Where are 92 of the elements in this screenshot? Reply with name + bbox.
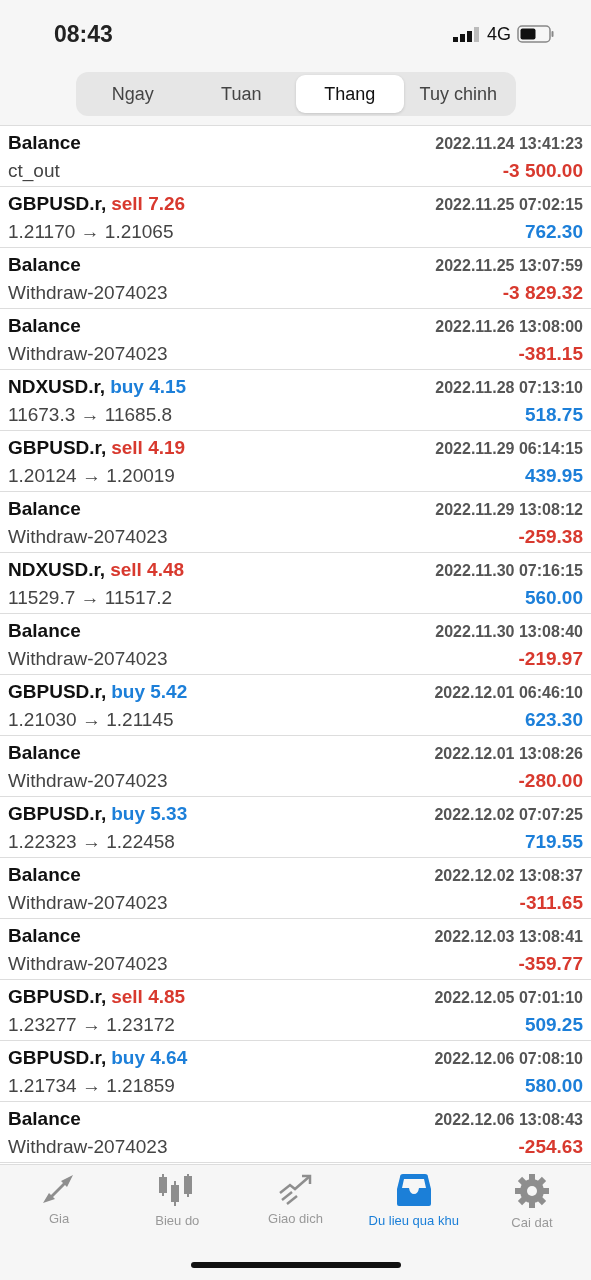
detail-label: Withdraw-2074023 — [8, 343, 168, 365]
symbol-label: GBPUSD.r, — [8, 1047, 107, 1069]
symbol-label: NDXUSD.r, — [8, 559, 106, 581]
detail-label: 1.21030 → 1.21145 — [8, 709, 174, 731]
timestamp: 2022.12.06 07:08:10 — [434, 1050, 583, 1068]
timestamp: 2022.12.06 13:08:43 — [434, 1111, 583, 1129]
tab-bar-item[interactable]: Cai dat — [472, 1173, 591, 1230]
period-tab[interactable]: Ngay — [78, 75, 187, 113]
detail-label: ct_out — [8, 160, 60, 182]
symbol-label: GBPUSD.r, — [8, 803, 107, 825]
timestamp: 2022.11.26 13:08:00 — [435, 318, 583, 336]
timestamp: 2022.11.30 13:08:40 — [435, 623, 583, 641]
order-type-label: sell 4.85 — [111, 986, 186, 1008]
amount-label: -259.38 — [518, 526, 583, 548]
detail-label: Withdraw-2074023 — [8, 1136, 168, 1158]
amount-label: 560.00 — [524, 587, 583, 609]
amount-label: -219.97 — [518, 648, 583, 670]
order-type-label: buy 4.15 — [110, 376, 187, 398]
symbol-label: Balance — [8, 864, 81, 886]
order-type-label: buy 5.42 — [111, 681, 188, 703]
order-type-label: buy 4.64 — [111, 1047, 188, 1069]
amount-label: 580.00 — [524, 1075, 583, 1097]
symbol-label: Balance — [8, 925, 81, 947]
symbol-label: Balance — [8, 132, 81, 154]
detail-label: Withdraw-2074023 — [8, 892, 168, 914]
amount-label: 439.95 — [524, 465, 583, 487]
settings-icon — [513, 1173, 550, 1209]
detail-label: Withdraw-2074023 — [8, 526, 168, 548]
amount-label: -3 829.32 — [502, 282, 583, 304]
timestamp: 2022.12.03 13:08:41 — [434, 928, 583, 946]
detail-label: Withdraw-2074023 — [8, 953, 168, 975]
timestamp: 2022.11.29 06:14:15 — [435, 440, 583, 458]
order-type-label: sell 4.48 — [110, 559, 185, 581]
tab-bar-item[interactable]: Du lieu qua khu — [354, 1173, 473, 1230]
amount-label: 762.30 — [524, 221, 583, 243]
amount-label: 509.25 — [524, 1014, 583, 1036]
symbol-label: Balance — [8, 620, 81, 642]
timestamp: 2022.11.24 13:41:23 — [435, 135, 583, 153]
signal-icon — [453, 25, 481, 43]
order-type-label: sell 7.26 — [111, 193, 186, 215]
amount-label: -359.77 — [518, 953, 583, 975]
clock: 08:43 — [54, 20, 113, 48]
timestamp: 2022.11.25 13:07:59 — [435, 257, 583, 275]
detail-label: 11673.3 → 11685.8 — [8, 404, 173, 426]
period-tab[interactable]: Tuan — [187, 75, 296, 113]
amount-label: -280.00 — [518, 770, 583, 792]
detail-label: 1.22323 → 1.22458 — [8, 831, 175, 853]
order-type-label: buy 5.33 — [111, 803, 188, 825]
amount-label: 623.30 — [524, 709, 583, 731]
detail-label: 1.21170 → 1.21065 — [8, 221, 174, 243]
tab-bar-item[interactable]: Bieu do — [118, 1173, 237, 1230]
period-tab[interactable]: Thang — [295, 75, 404, 113]
symbol-label: GBPUSD.r, — [8, 681, 107, 703]
timestamp: 2022.11.29 13:08:12 — [435, 501, 583, 519]
amount-label: -311.65 — [519, 892, 583, 914]
detail-label: 11529.7 → 11517.2 — [8, 587, 173, 609]
symbol-label: GBPUSD.r, — [8, 986, 107, 1008]
order-type-label: sell 4.19 — [111, 437, 186, 459]
amount-label: -254.63 — [518, 1136, 583, 1158]
timestamp: 2022.12.01 13:08:26 — [434, 745, 583, 763]
amount-label: 719.55 — [524, 831, 583, 853]
symbol-label: Balance — [8, 498, 81, 520]
timestamp: 2022.11.28 07:13:10 — [435, 379, 583, 397]
detail-label: Withdraw-2074023 — [8, 282, 168, 304]
amount-label: -381.15 — [518, 343, 583, 365]
detail-label: 1.21734 → 1.21859 — [8, 1075, 175, 1097]
symbol-label: Balance — [8, 315, 81, 337]
symbol-label: GBPUSD.r, — [8, 437, 107, 459]
trend-icon — [277, 1173, 314, 1205]
timestamp: 2022.11.30 07:16:15 — [435, 562, 583, 580]
symbol-label: Balance — [8, 742, 81, 764]
amount-label: 518.75 — [524, 404, 583, 426]
inbox-icon — [395, 1173, 432, 1207]
symbol-label: NDXUSD.r, — [8, 376, 106, 398]
period-tab[interactable]: Tuy chinh — [404, 75, 513, 113]
symbol-label: Balance — [8, 1108, 81, 1130]
detail-label: 1.23277 → 1.23172 — [8, 1014, 175, 1036]
detail-label: 1.20124 → 1.20019 — [8, 465, 175, 487]
tab-bar-item[interactable]: Giao dich — [236, 1173, 355, 1230]
detail-label: Withdraw-2074023 — [8, 648, 168, 670]
timestamp: 2022.12.02 07:07:25 — [434, 806, 583, 824]
symbol-label: Balance — [8, 254, 81, 276]
tab-bar-item[interactable]: Gia — [0, 1173, 119, 1230]
timestamp: 2022.11.25 07:02:15 — [435, 196, 583, 214]
battery-icon — [517, 25, 555, 43]
amount-label: -3 500.00 — [502, 160, 583, 182]
timestamp: 2022.12.02 13:08:37 — [434, 867, 583, 885]
detail-label: Withdraw-2074023 — [8, 770, 168, 792]
symbol-label: GBPUSD.r, — [8, 193, 107, 215]
timestamp: 2022.12.01 06:46:10 — [434, 684, 583, 702]
timestamp: 2022.12.05 07:01:10 — [434, 989, 583, 1007]
network-label: 4G — [487, 23, 511, 45]
